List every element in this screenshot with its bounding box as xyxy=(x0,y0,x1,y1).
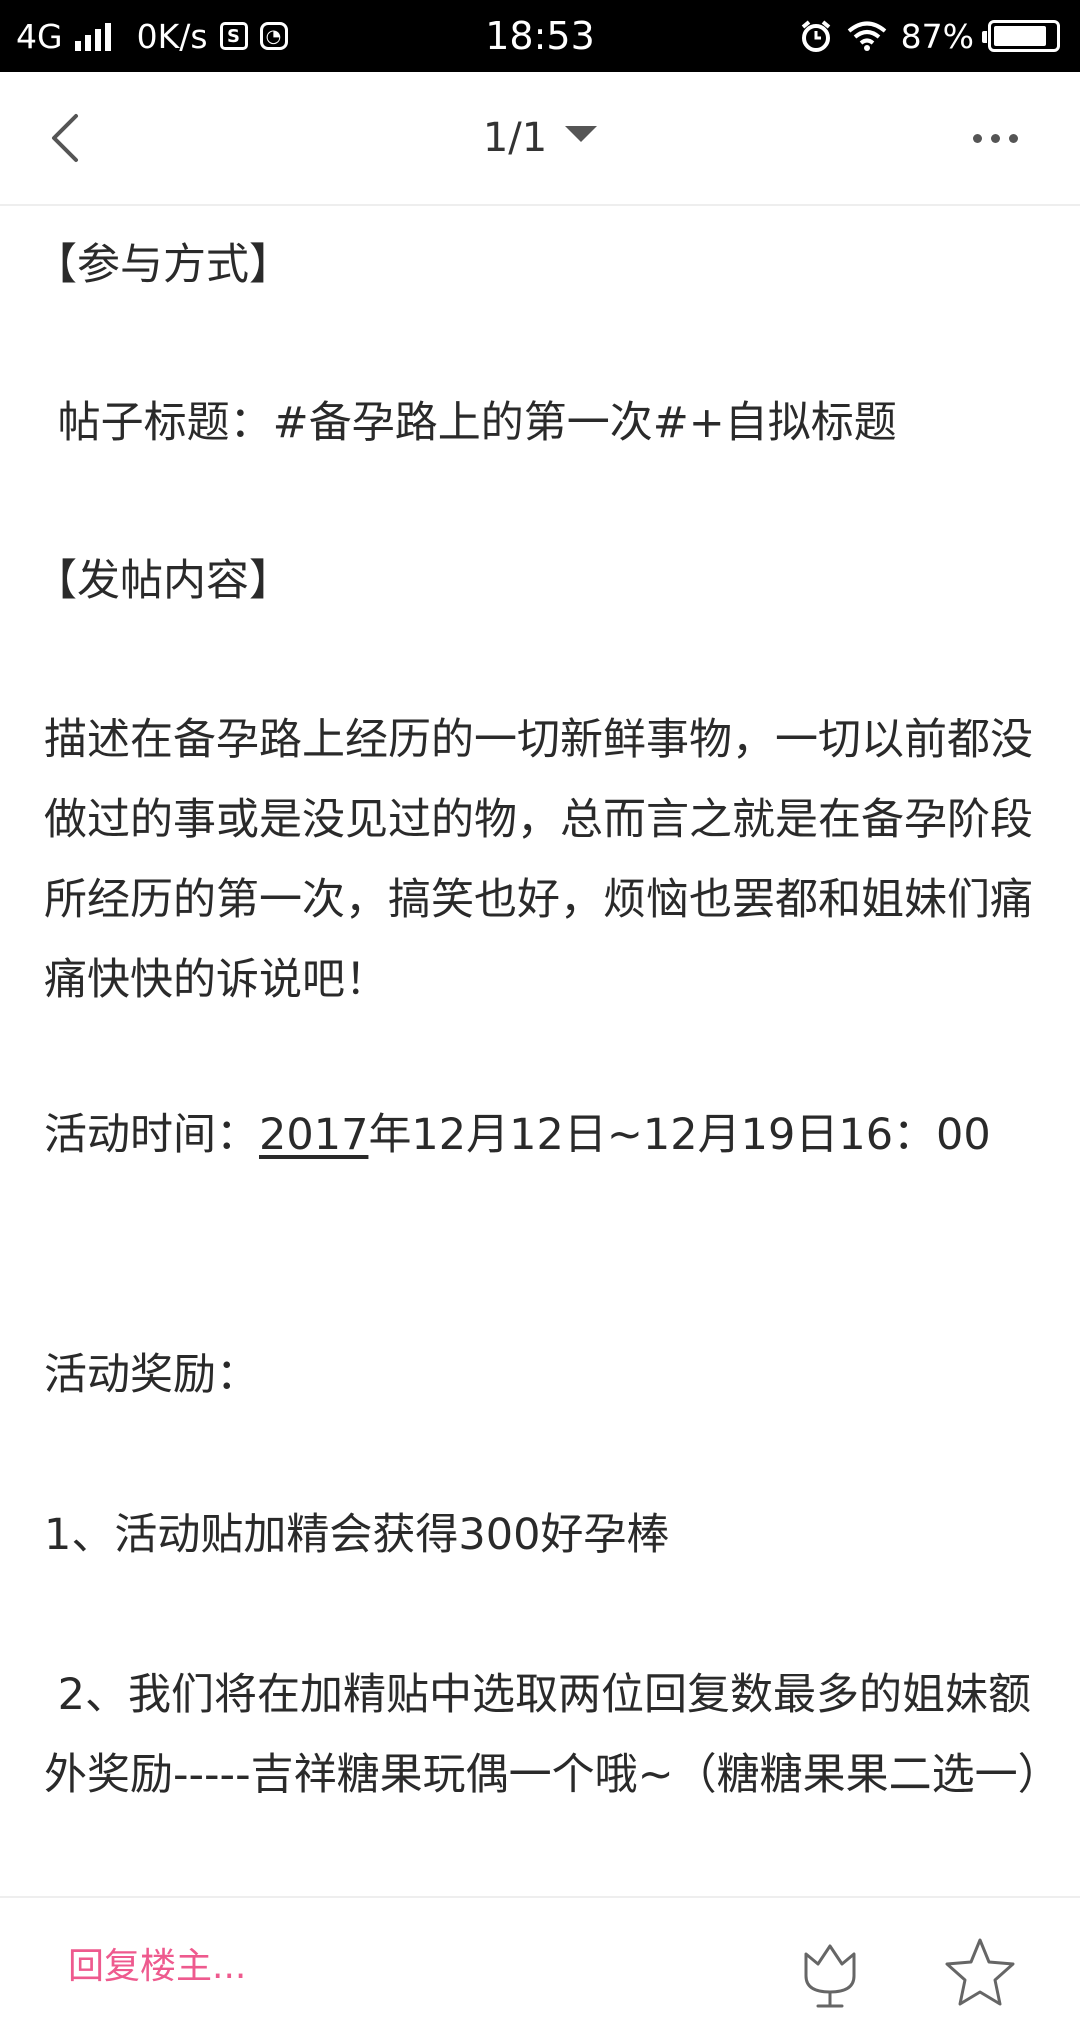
reward-heading: 活动奖励： xyxy=(44,1350,259,1400)
battery-icon xyxy=(982,20,1060,52)
signal-icon xyxy=(74,21,111,51)
activity-time-label: 活动时间： xyxy=(44,1110,259,1160)
activity-time: 活动时间：2017年12月12日~12月19日16：00 xyxy=(44,1095,1044,1175)
wifi-icon xyxy=(847,21,886,51)
page-indicator: 1/1 xyxy=(482,115,548,161)
reply-input[interactable]: 回复楼主... xyxy=(68,1898,246,2036)
reward-item-2: 2、我们将在加精贴中选取两位回复数最多的姐妹额外奖励-----吉祥糖果玩偶一个哦… xyxy=(44,1670,1061,1800)
bottom-action-bar: 回复楼主... xyxy=(0,1896,1080,2036)
network-type: 4G xyxy=(16,16,63,56)
star-icon xyxy=(945,1938,1015,2006)
network-speed: 0K/s xyxy=(136,16,208,56)
flower-icon xyxy=(804,1944,856,2008)
status-right: 87% xyxy=(799,0,1060,72)
triangle-down-icon xyxy=(565,126,598,142)
more-dot-icon xyxy=(1008,133,1018,143)
section-heading-content: 【发帖内容】 xyxy=(34,556,292,606)
favorite-button[interactable] xyxy=(940,1932,1020,2012)
more-dot-icon xyxy=(972,133,982,143)
post-title-rule: 帖子标题：#备孕路上的第一次#+自拟标题 xyxy=(44,398,897,448)
more-dot-icon xyxy=(990,133,1000,143)
top-nav-bar: 1/1 xyxy=(0,72,1080,206)
app-notification-icon: ◔ xyxy=(259,22,288,50)
reward-item-1: 1、活动贴加精会获得300好孕棒 xyxy=(44,1510,670,1560)
flower-button[interactable] xyxy=(790,1932,870,2012)
page-selector[interactable]: 1/1 xyxy=(0,72,1080,204)
more-options-button[interactable] xyxy=(950,102,1040,174)
activity-time-value: 年12月12日~12月19日16：00 xyxy=(368,1110,991,1160)
alarm-icon xyxy=(801,20,830,52)
s-app-icon: S xyxy=(219,22,248,50)
post-content: 【参与方式】 帖子标题：#备孕路上的第一次#+自拟标题 【发帖内容】 描述在备孕… xyxy=(0,205,1080,1895)
status-bar: 4G 0K/s S ◔ 18:53 87% xyxy=(0,0,1080,72)
status-left: 4G 0K/s S ◔ xyxy=(16,0,288,72)
section-heading-participation: 【参与方式】 xyxy=(34,240,292,290)
battery-percent: 87% xyxy=(900,16,974,56)
activity-time-year-link[interactable]: 2017 xyxy=(259,1110,368,1160)
content-description: 描述在备孕路上经历的一切新鲜事物，一切以前都没做过的事或是没见过的物，总而言之就… xyxy=(44,715,1033,1005)
